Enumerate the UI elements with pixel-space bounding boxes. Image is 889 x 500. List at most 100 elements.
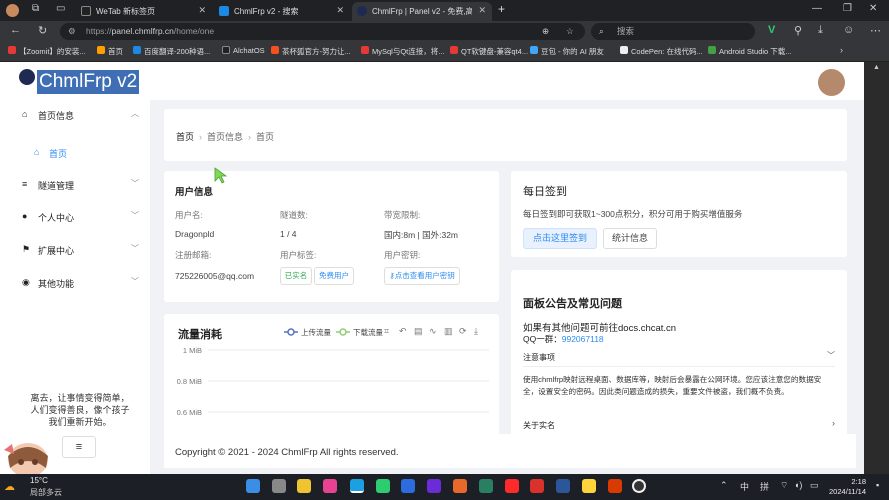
edge-browser-icon[interactable] [350, 479, 364, 493]
submenu-home[interactable]: ⌂ 首页 [0, 142, 150, 162]
app-icon[interactable] [323, 479, 337, 493]
site-info-icon[interactable]: ⚙ [68, 23, 76, 40]
app-icon[interactable] [401, 479, 415, 493]
tab-chmlfrp-panel[interactable]: ChmlFrp | Panel v2 - 免费,高速,稳 ✕ [352, 2, 492, 21]
extension-v-icon[interactable]: V [768, 24, 775, 36]
bookmark-item[interactable]: 首页 [97, 46, 123, 57]
bar-chart-icon[interactable]: ▥ [444, 326, 453, 337]
weather-desc[interactable]: 局部多云 [30, 487, 62, 498]
zoom-reset-icon[interactable]: ↶ [399, 326, 407, 337]
downloads-icon[interactable]: ⤓ [818, 24, 823, 37]
app-icon[interactable] [582, 479, 596, 493]
menu-tunnel-management[interactable]: ≡ 隧道管理 ﹀ [0, 174, 150, 194]
new-tab-icon[interactable]: + [498, 2, 505, 16]
word-icon[interactable] [556, 479, 570, 493]
network-icon[interactable]: ⌔ [780, 480, 788, 491]
bookmark-item[interactable]: AlchatOS [222, 46, 265, 55]
data-view-icon[interactable]: ▤ [414, 326, 423, 337]
faq-item-notes[interactable]: 注意事项 ﹀ [523, 347, 835, 367]
bookmark-item[interactable]: Android Studio 下载... [708, 46, 792, 57]
breadcrumb-item[interactable]: 首页 [176, 132, 194, 142]
volume-icon[interactable]: ◖) [794, 480, 802, 490]
close-tab-icon[interactable]: ✕ [198, 5, 206, 16]
bookmark-item[interactable]: 【Zoomit】的安装... [8, 46, 86, 57]
legend-download-label[interactable]: 下载流量 [353, 327, 383, 338]
view-key-button[interactable]: ⚷点击查看用户密钥 [384, 267, 460, 285]
qq-group-link[interactable]: 992067118 [562, 334, 604, 344]
signin-button[interactable]: 点击这里签到 [523, 228, 597, 249]
file-explorer-icon[interactable] [297, 479, 311, 493]
wetab-favicon-icon [81, 6, 91, 16]
bookmark-star-icon[interactable]: ☆ [566, 23, 574, 40]
bookmark-favicon-icon [271, 46, 279, 54]
weather-icon[interactable]: ☁ [4, 480, 15, 493]
chmlfrp-favicon-icon [357, 6, 367, 16]
bookmark-item[interactable]: CodePen: 在线代码... [620, 46, 703, 57]
bookmark-item[interactable]: 茶杯狐官方-努力让... [271, 46, 351, 57]
faq-item-realname[interactable]: 关于实名 › [523, 415, 835, 435]
app-icon[interactable] [632, 479, 646, 493]
adobe-icon[interactable] [505, 479, 519, 493]
app-icon[interactable] [530, 479, 544, 493]
task-view-icon[interactable] [272, 479, 286, 493]
minimize-icon[interactable]: — [812, 3, 822, 14]
translate-icon[interactable]: ⊕ [542, 23, 549, 40]
menu-home-info[interactable]: ⌂ 首页信息 ︿ [0, 104, 150, 124]
window-close-icon[interactable]: ✕ [869, 3, 877, 14]
menu-extension-center[interactable]: ⚑ 扩展中心 ﹀ [0, 239, 150, 259]
back-icon[interactable]: ← [10, 24, 21, 36]
workspaces-icon[interactable]: ⧉ [32, 3, 39, 14]
scroll-up-icon[interactable]: ▲ [873, 64, 880, 71]
close-tab-icon[interactable]: ✕ [478, 5, 486, 16]
tab-groups-icon[interactable]: ▭ [56, 3, 65, 14]
menu-other-functions[interactable]: ◉ 其他功能 ﹀ [0, 272, 150, 292]
sidebar-toggle-button[interactable]: ≡ [62, 436, 96, 458]
app-icon[interactable] [376, 479, 390, 493]
ime-mode[interactable]: 拼 [760, 480, 769, 493]
stats-button[interactable]: 统计信息 [603, 228, 657, 249]
battery-icon[interactable]: ▭ [810, 480, 819, 491]
ime-language[interactable]: 中 [740, 480, 749, 493]
search-input[interactable]: ⌕ 搜索 [591, 23, 755, 40]
bookmarks-overflow-icon[interactable]: › [840, 45, 843, 55]
app-icon[interactable] [427, 479, 441, 493]
address-bar[interactable]: ⚙ https://panel.chmlfrp.cn/home/one ⊕ ☆ [60, 23, 585, 40]
tray-overflow-icon[interactable]: ⌃ [720, 480, 728, 491]
breadcrumb-separator-icon: › [199, 132, 203, 142]
restore-icon[interactable]: ⟳ [459, 326, 467, 337]
maximize-icon[interactable]: ❐ [843, 3, 852, 14]
user-avatar[interactable] [818, 69, 845, 96]
tab-search[interactable]: ChmlFrp v2 - 搜索 ✕ [214, 2, 350, 21]
tab-wetab[interactable]: WeTab 新标签页 ✕ [76, 2, 212, 21]
profile-avatar-icon[interactable] [6, 4, 19, 17]
line-chart-icon[interactable]: ∿ [429, 326, 437, 337]
app-icon[interactable] [479, 479, 493, 493]
save-image-icon[interactable]: ⤓ [474, 326, 478, 337]
breadcrumb-item[interactable]: 首页信息 [207, 132, 243, 142]
extensions-icon[interactable]: ⚲ [794, 24, 802, 37]
notice-notes-text: 使用chmlfrp映射远程桌面、数据库等，映射后会暴露在公网环境。您应该注意您的… [523, 375, 822, 396]
bookmark-item[interactable]: QT软键盘-兼容qt4... [450, 46, 528, 57]
sidebar: ⌂ 首页信息 ︿ ⌂ 首页 ≡ 隧道管理 ﹀ ● 个人中心 ﹀ ⚑ 扩展中心 ﹀… [0, 100, 150, 474]
scrollbar[interactable]: ▲ [864, 62, 889, 474]
app-header: ChmlFrp v2 [0, 62, 864, 100]
clock-time[interactable]: 2:18 [830, 477, 866, 486]
firefox-icon[interactable] [453, 479, 467, 493]
notification-icon[interactable]: ▪ [876, 480, 879, 490]
home-icon: ⌂ [22, 109, 28, 119]
refresh-icon[interactable]: ↻ [38, 24, 47, 37]
menu-user-center[interactable]: ● 个人中心 ﹀ [0, 206, 150, 226]
profile-icon[interactable]: ☺ [843, 24, 854, 36]
start-icon[interactable] [246, 479, 260, 493]
powerpoint-icon[interactable] [608, 479, 622, 493]
weather-temp[interactable]: 15°C [30, 476, 48, 485]
brand-title[interactable]: ChmlFrp v2 [37, 70, 140, 94]
bookmark-item[interactable]: 豆包 - 你的 AI 朋友 [530, 46, 604, 57]
close-tab-icon[interactable]: ✕ [336, 5, 344, 16]
legend-upload-label[interactable]: 上传流量 [301, 327, 331, 338]
zoom-select-icon[interactable]: ⌗ [384, 326, 389, 337]
bookmark-item[interactable]: 百度翻译-200种语... [133, 46, 210, 57]
bookmark-item[interactable]: MySql与Qt连接，将... [361, 46, 445, 57]
clock-date[interactable]: 2024/11/14 [822, 487, 866, 496]
menu-dots-icon[interactable]: ⋯ [870, 24, 881, 37]
